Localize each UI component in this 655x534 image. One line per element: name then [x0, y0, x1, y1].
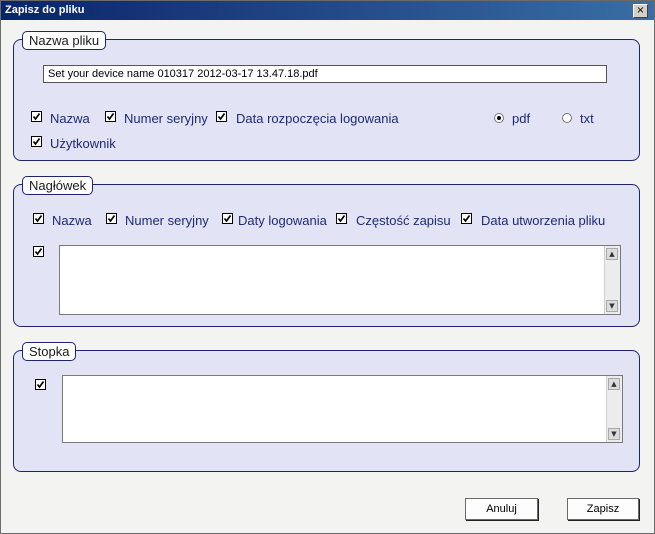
- format-pdf-radio[interactable]: [494, 113, 504, 123]
- header-group: Nagłówek Nazwa Numer seryjny Daty logowa…: [13, 176, 640, 327]
- format-txt-radio[interactable]: [562, 113, 572, 123]
- footer-group-legend: Stopka: [22, 342, 77, 361]
- save-to-file-dialog: Zapisz do pliku × Nazwa pliku Set your d…: [0, 0, 655, 534]
- header-option-name-checkbox[interactable]: [33, 213, 44, 224]
- close-button[interactable]: ×: [633, 4, 648, 18]
- header-option-created-date-label: Data utworzenia pliku: [481, 213, 606, 228]
- header-option-created-date-checkbox[interactable]: [461, 213, 472, 224]
- header-custom-text-area[interactable]: ▲ ▼: [59, 245, 621, 315]
- header-custom-text-checkbox[interactable]: [33, 246, 44, 257]
- header-option-serial-label: Numer seryjny: [125, 213, 209, 228]
- header-option-log-dates-checkbox[interactable]: [222, 213, 233, 224]
- scroll-down-icon[interactable]: ▼: [608, 428, 620, 440]
- file-name-option-user-label: Użytkownik: [50, 136, 116, 151]
- header-option-frequency-label: Częstość zapisu: [356, 213, 451, 228]
- footer-custom-text-checkbox[interactable]: [35, 379, 46, 390]
- header-option-log-dates-label: Daty logowania: [238, 213, 327, 228]
- file-name-option-name-label: Nazwa: [50, 111, 90, 126]
- file-name-option-serial-checkbox[interactable]: [105, 111, 116, 122]
- footer-custom-text-area[interactable]: ▲ ▼: [62, 375, 623, 443]
- file-name-input[interactable]: Set your device name 010317 2012-03-17 1…: [43, 65, 607, 83]
- cancel-button[interactable]: Anuluj: [465, 498, 538, 520]
- title-bar[interactable]: Zapisz do pliku ×: [1, 1, 654, 20]
- format-txt-label: txt: [580, 111, 594, 126]
- scroll-up-icon[interactable]: ▲: [606, 248, 618, 260]
- footer-group: Stopka ▲ ▼: [13, 342, 640, 472]
- file-name-option-start-date-label: Data rozpoczęcia logowania: [236, 111, 399, 126]
- header-option-serial-checkbox[interactable]: [106, 213, 117, 224]
- file-name-option-name-checkbox[interactable]: [31, 111, 42, 122]
- scroll-down-icon[interactable]: ▼: [606, 300, 618, 312]
- file-name-group: Nazwa pliku Set your device name 010317 …: [13, 31, 640, 161]
- footer-text-scrollbar[interactable]: ▲ ▼: [606, 376, 622, 442]
- header-option-name-label: Nazwa: [52, 213, 92, 228]
- header-text-scrollbar[interactable]: ▲ ▼: [604, 246, 620, 314]
- file-name-option-serial-label: Numer seryjny: [124, 111, 208, 126]
- file-name-group-legend: Nazwa pliku: [22, 31, 107, 50]
- window-title: Zapisz do pliku: [5, 4, 85, 16]
- scroll-up-icon[interactable]: ▲: [608, 378, 620, 390]
- file-name-option-start-date-checkbox[interactable]: [216, 111, 227, 122]
- header-group-legend: Nagłówek: [22, 176, 94, 195]
- format-pdf-label: pdf: [512, 111, 531, 126]
- save-button[interactable]: Zapisz: [567, 498, 639, 520]
- header-option-frequency-checkbox[interactable]: [336, 213, 347, 224]
- file-name-option-user-checkbox[interactable]: [31, 136, 42, 147]
- radio-selected-dot: [497, 116, 501, 120]
